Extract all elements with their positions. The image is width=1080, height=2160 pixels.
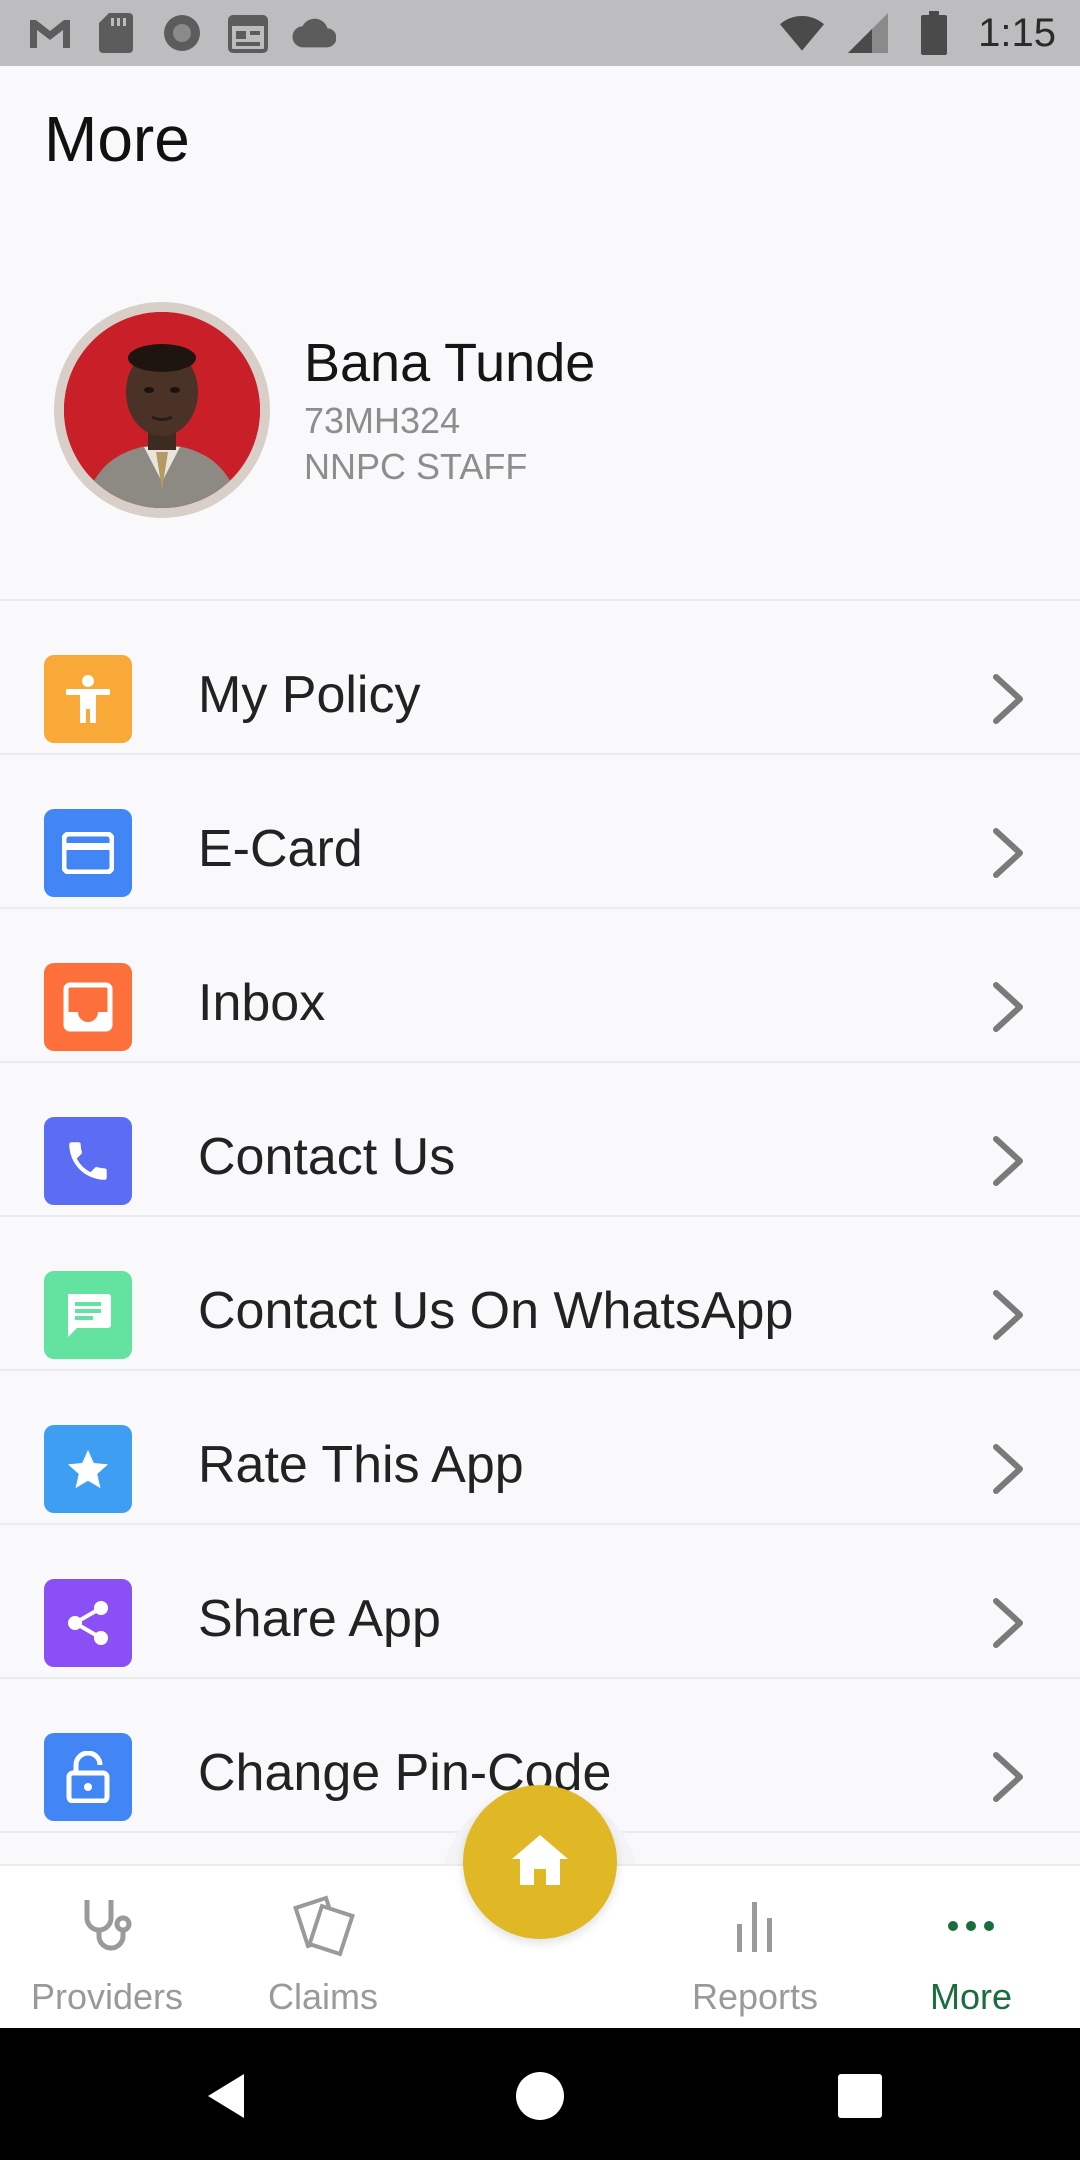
nav-label: More bbox=[929, 1976, 1013, 2017]
inbox-icon bbox=[44, 963, 132, 1051]
menu-item-contact-us[interactable]: Contact Us bbox=[0, 1063, 1080, 1217]
profile-card[interactable]: Bana Tunde 73MH324 NNPC STAFF bbox=[54, 302, 1054, 522]
cloud-icon bbox=[292, 11, 336, 55]
star-icon bbox=[44, 1425, 132, 1513]
menu-item-label: Inbox bbox=[198, 974, 326, 1032]
accessibility-icon bbox=[44, 655, 132, 743]
avatar[interactable] bbox=[54, 302, 270, 518]
menu-item-contact-whatsapp[interactable]: Contact Us On WhatsApp bbox=[0, 1217, 1080, 1371]
back-icon[interactable] bbox=[200, 2066, 260, 2126]
battery-icon bbox=[912, 11, 956, 55]
calendar-icon bbox=[226, 11, 270, 55]
bar-chart-icon bbox=[723, 1894, 787, 1958]
wifi-icon bbox=[780, 11, 825, 55]
menu-item-label: Contact Us bbox=[198, 1128, 456, 1186]
profile-member-id: 73MH324 bbox=[304, 400, 461, 441]
menu-item-my-policy[interactable]: My Policy bbox=[0, 601, 1080, 755]
system-nav-bar bbox=[0, 2028, 1080, 2160]
sd-card-icon bbox=[94, 11, 138, 55]
chevron-right-icon bbox=[988, 1595, 1028, 1651]
menu-item-e-card[interactable]: E-Card bbox=[0, 755, 1080, 909]
signal-icon bbox=[846, 11, 890, 55]
home-button[interactable] bbox=[463, 1785, 617, 1939]
home-icon bbox=[510, 1833, 570, 1892]
chevron-right-icon bbox=[988, 1133, 1028, 1189]
menu-item-label: My Policy bbox=[198, 666, 421, 724]
status-bar: 1:15 bbox=[0, 0, 1080, 66]
nav-providers[interactable]: Providers bbox=[2, 1866, 212, 2030]
menu-item-label: E-Card bbox=[198, 820, 363, 878]
menu-item-share-app[interactable]: Share App bbox=[0, 1525, 1080, 1679]
nav-more[interactable]: More bbox=[866, 1866, 1076, 2030]
menu-list: My Policy E-Card Inbox Contact Us Contac… bbox=[0, 601, 1080, 1833]
credit-card-icon bbox=[44, 809, 132, 897]
chevron-right-icon bbox=[988, 979, 1028, 1035]
phone-icon bbox=[44, 1117, 132, 1205]
chevron-right-icon bbox=[988, 1749, 1028, 1805]
profile-role: NNPC STAFF bbox=[304, 446, 528, 487]
profile-name: Bana Tunde bbox=[304, 333, 596, 393]
menu-item-label: Contact Us On WhatsApp bbox=[198, 1282, 794, 1340]
nav-label: Claims bbox=[267, 1976, 378, 2017]
chevron-right-icon bbox=[988, 1441, 1028, 1497]
lock-icon bbox=[44, 1733, 132, 1821]
nav-label: Providers bbox=[30, 1976, 184, 2017]
more-dots-icon bbox=[939, 1894, 1003, 1958]
chevron-right-icon bbox=[988, 1287, 1028, 1343]
recents-icon[interactable] bbox=[830, 2066, 890, 2126]
claims-icon bbox=[291, 1894, 355, 1958]
home-circle-icon[interactable] bbox=[510, 2066, 570, 2126]
nav-label: Reports bbox=[691, 1976, 819, 2017]
stethoscope-icon bbox=[75, 1894, 139, 1958]
record-icon bbox=[160, 11, 204, 55]
chevron-right-icon bbox=[988, 825, 1028, 881]
gmail-icon bbox=[28, 11, 72, 55]
status-left-icons bbox=[28, 11, 336, 55]
avatar-photo bbox=[64, 312, 260, 508]
chat-icon bbox=[44, 1271, 132, 1359]
nav-reports[interactable]: Reports bbox=[650, 1866, 860, 2030]
nav-claims[interactable]: Claims bbox=[218, 1866, 428, 2030]
chevron-right-icon bbox=[988, 671, 1028, 727]
status-right-icons: 1:15 bbox=[780, 11, 1056, 56]
status-time: 1:15 bbox=[978, 10, 1056, 55]
menu-item-inbox[interactable]: Inbox bbox=[0, 909, 1080, 1063]
menu-item-rate-app[interactable]: Rate This App bbox=[0, 1371, 1080, 1525]
menu-item-label: Share App bbox=[198, 1590, 441, 1648]
page-title: More bbox=[44, 103, 190, 175]
share-icon bbox=[44, 1579, 132, 1667]
menu-item-label: Rate This App bbox=[198, 1436, 524, 1494]
